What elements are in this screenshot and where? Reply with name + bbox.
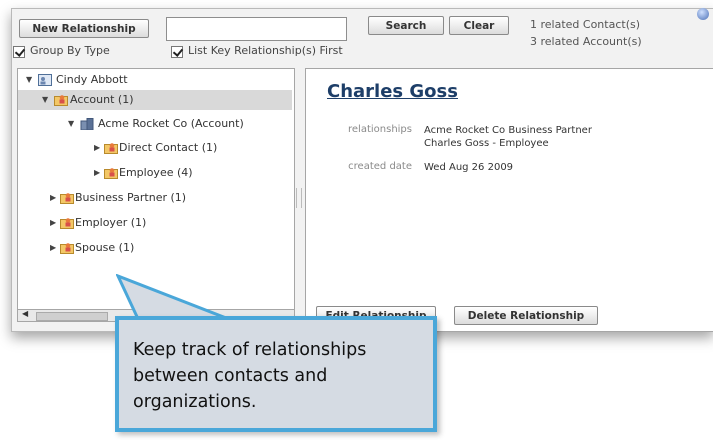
related-contacts-count: 1 related Contact(s)	[530, 18, 641, 31]
collapse-icon[interactable]: ▼	[42, 90, 48, 110]
tree-node-label: Account (1)	[70, 93, 134, 106]
list-key-checkbox[interactable]	[171, 46, 183, 58]
panel-splitter[interactable]	[296, 188, 302, 208]
search-input[interactable]	[166, 17, 347, 41]
tree-node-account[interactable]: ▼ Account (1)	[18, 90, 292, 110]
created-date-label: created date	[348, 161, 412, 172]
callout-text: Keep track of relationships between cont…	[133, 340, 367, 412]
group-by-type-label: Group By Type	[30, 44, 110, 57]
tree-node-label: Employer (1)	[75, 216, 147, 229]
collapse-icon[interactable]: ▼	[26, 70, 32, 90]
related-accounts-count: 3 related Account(s)	[530, 35, 642, 48]
folder-person-icon	[60, 243, 74, 254]
group-by-type-checkbox[interactable]	[13, 46, 25, 58]
folder-person-icon	[60, 218, 74, 229]
tree-node-direct-contact[interactable]: ▶ Direct Contact (1)	[18, 138, 292, 158]
tree-node-label: Cindy Abbott	[56, 73, 128, 86]
folder-person-icon	[104, 168, 118, 179]
help-icon[interactable]	[697, 8, 709, 20]
callout-box: Keep track of relationships between cont…	[115, 316, 437, 432]
tree-node-label: Employee (4)	[119, 166, 193, 179]
new-relationship-button[interactable]: New Relationship	[19, 19, 149, 38]
expand-icon[interactable]: ▶	[50, 188, 56, 208]
tree-node-label: Spouse (1)	[75, 241, 135, 254]
expand-icon[interactable]: ▶	[94, 138, 100, 158]
collapse-icon[interactable]: ▼	[68, 114, 74, 134]
building-icon	[80, 118, 94, 130]
tree-node-employee[interactable]: ▶ Employee (4)	[18, 163, 292, 183]
contact-name-link[interactable]: Charles Goss	[327, 81, 458, 102]
expand-icon[interactable]: ▶	[50, 213, 56, 233]
tree-node-business-partner[interactable]: ▶ Business Partner (1)	[18, 188, 292, 208]
tree-node-label: Business Partner (1)	[75, 191, 187, 204]
tree-node-root[interactable]: ▼ Cindy Abbott	[18, 70, 292, 90]
expand-icon[interactable]: ▶	[50, 238, 56, 258]
list-key-label: List Key Relationship(s) First	[188, 44, 343, 57]
tree-node-label: Direct Contact (1)	[119, 141, 218, 154]
relationships-label: relationships	[348, 124, 412, 135]
relationships-value-line1: Acme Rocket Co Business Partner	[424, 125, 592, 136]
folder-person-icon	[54, 95, 68, 106]
clear-button[interactable]: Clear	[449, 16, 509, 35]
tree-node-spouse[interactable]: ▶ Spouse (1)	[18, 238, 292, 258]
tree-node-label: Acme Rocket Co (Account)	[98, 117, 244, 130]
delete-relationship-button[interactable]: Delete Relationship	[454, 306, 598, 325]
tree-node-employer[interactable]: ▶ Employer (1)	[18, 213, 292, 233]
scroll-thumb[interactable]	[36, 312, 108, 321]
folder-person-icon	[104, 143, 118, 154]
relationship-detail-panel: Charles Goss relationships Acme Rocket C…	[305, 68, 713, 332]
scroll-left-icon[interactable]: ◀	[22, 309, 28, 318]
folder-person-icon	[60, 193, 74, 204]
relationships-value-line2: Charles Goss - Employee	[424, 138, 549, 149]
expand-icon[interactable]: ▶	[94, 163, 100, 183]
contact-card-icon	[38, 74, 52, 86]
created-date-value: Wed Aug 26 2009	[424, 162, 514, 173]
search-button[interactable]: Search	[368, 16, 444, 35]
tree-node-acme[interactable]: ▼ Acme Rocket Co (Account)	[18, 114, 292, 134]
